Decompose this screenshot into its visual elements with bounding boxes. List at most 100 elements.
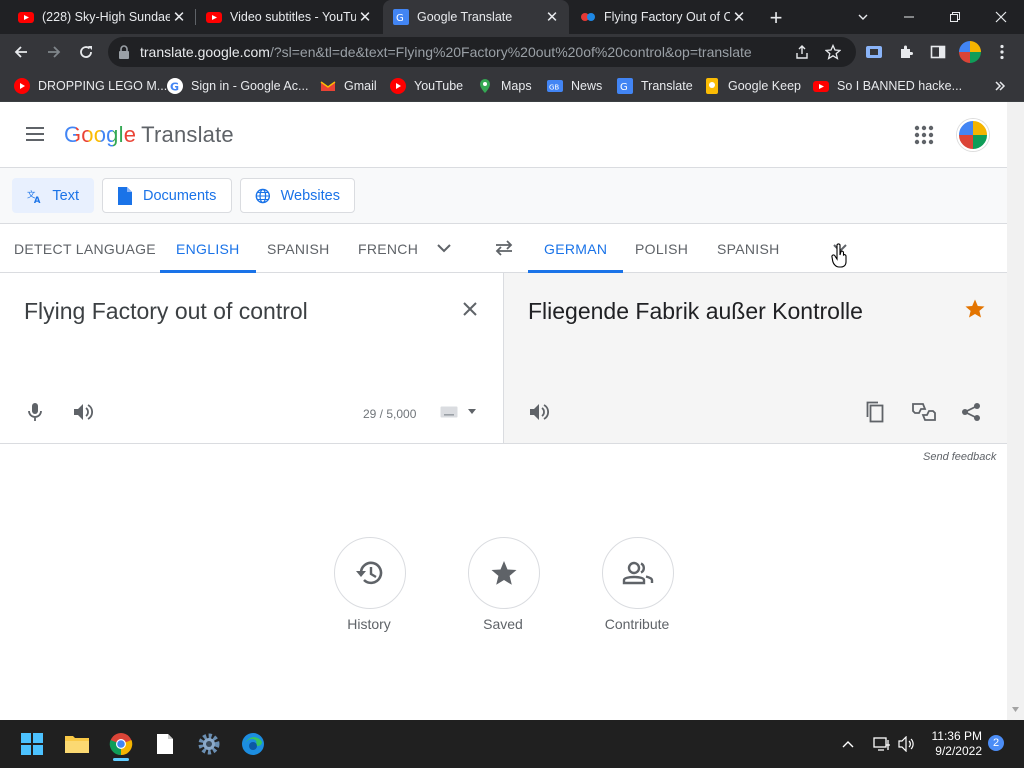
target-lang-spanish[interactable]: SPANISH	[717, 224, 780, 273]
browser-tab[interactable]: Flying Factory Out of C ✕	[570, 0, 756, 34]
youtube-icon	[813, 81, 829, 92]
bookmark-label: YouTube	[414, 79, 464, 93]
close-tab-icon[interactable]: ✕	[356, 8, 374, 26]
input-tools-dropdown-icon[interactable]	[466, 405, 478, 417]
edge-button[interactable]	[237, 728, 269, 760]
menu-kebab-icon[interactable]	[989, 39, 1015, 65]
svg-text:G: G	[620, 82, 628, 93]
start-button[interactable]	[16, 728, 48, 760]
bookmark-item[interactable]: G Translate	[617, 76, 693, 96]
browser-tab-active[interactable]: G Google Translate ✕	[383, 0, 569, 34]
tab-title: Google Translate	[417, 10, 513, 24]
notification-badge[interactable]: 2	[988, 735, 1004, 751]
minimize-button[interactable]	[886, 0, 932, 34]
google-translate-logo[interactable]: Google Translate	[64, 122, 234, 148]
clear-source-icon[interactable]	[458, 297, 482, 321]
address-bar[interactable]: translate.google.com/?sl=en&tl=de&text=F…	[108, 37, 856, 67]
google-apps-icon[interactable]	[913, 124, 935, 146]
share-translation-icon[interactable]	[959, 400, 983, 424]
bookmark-item[interactable]: Maps	[477, 76, 532, 96]
reload-button[interactable]	[73, 39, 99, 65]
source-text-pane[interactable]: Flying Factory out of control 29 / 5,000	[0, 273, 503, 443]
account-avatar[interactable]	[957, 119, 989, 151]
extensions-icon[interactable]	[893, 39, 919, 65]
hand-cursor-icon	[831, 243, 847, 268]
restore-button[interactable]	[932, 0, 978, 34]
text-mode-button[interactable]: 文A Text	[12, 178, 94, 213]
close-window-button[interactable]	[978, 0, 1024, 34]
target-lang-polish[interactable]: POLISH	[635, 224, 688, 273]
bookmark-item[interactable]: Google Keep	[704, 76, 801, 96]
side-panel-icon[interactable]	[925, 39, 951, 65]
listen-translation-icon[interactable]	[527, 400, 551, 424]
bookmark-star-icon[interactable]	[820, 39, 846, 65]
source-lang-spanish[interactable]: SPANISH	[267, 224, 330, 273]
saved-button[interactable]	[468, 537, 540, 609]
swap-languages-icon[interactable]	[492, 236, 516, 260]
bookmark-item[interactable]: YouTube	[390, 76, 463, 96]
youtube-icon	[390, 78, 406, 94]
send-feedback-link[interactable]: Send feedback	[923, 451, 996, 463]
keyboard-icon[interactable]	[438, 403, 460, 421]
chrome-icon	[109, 733, 133, 756]
bookmark-item[interactable]: GB News	[547, 76, 602, 96]
bookmark-label: News	[571, 79, 603, 93]
chrome-taskbar-button[interactable]	[105, 728, 137, 761]
source-lang-detect[interactable]: DETECT LANGUAGE	[14, 224, 156, 273]
screen-cast-icon[interactable]	[861, 39, 887, 65]
maps-icon	[480, 79, 490, 93]
forward-button[interactable]	[41, 39, 67, 65]
translated-text: Fliegende Fabrik außer Kontrolle	[528, 298, 863, 324]
save-translation-star-icon[interactable]	[963, 297, 987, 321]
copy-translation-icon[interactable]	[863, 400, 887, 424]
svg-text:G: G	[396, 13, 404, 24]
documents-mode-label: Documents	[143, 187, 217, 204]
bookmark-item[interactable]: DROPPING LEGO M...	[14, 76, 167, 96]
websites-mode-button[interactable]: Websites	[240, 178, 355, 213]
lego-icon	[581, 13, 595, 21]
network-icon[interactable]	[870, 728, 894, 760]
contribute-button[interactable]	[602, 537, 674, 609]
page-scrollbar[interactable]	[1007, 102, 1024, 720]
file-explorer-button[interactable]	[61, 728, 93, 760]
source-lang-dropdown-icon[interactable]	[432, 236, 456, 260]
browser-tab[interactable]: (228) Sky-High Sundae ✕	[8, 0, 196, 34]
rate-translation-icon[interactable]	[911, 400, 937, 424]
clock-time: 11:36 PM	[931, 729, 982, 743]
close-tab-icon[interactable]: ✕	[543, 8, 561, 26]
target-lang-german[interactable]: GERMAN	[528, 224, 624, 273]
close-tab-icon[interactable]: ✕	[170, 8, 188, 26]
edge-icon	[242, 733, 264, 755]
documents-mode-button[interactable]: Documents	[102, 178, 232, 213]
source-lang-english[interactable]: ENGLISH	[160, 224, 256, 273]
new-tab-button[interactable]: +	[764, 5, 788, 30]
youtube-icon	[18, 12, 34, 23]
scroll-down-icon[interactable]	[1012, 707, 1019, 712]
source-text-input[interactable]: Flying Factory out of control	[24, 298, 308, 325]
google-icon: G	[167, 78, 183, 94]
browser-tab[interactable]: Video subtitles - YouTu ✕	[196, 0, 382, 34]
bookmark-item[interactable]: Gmail	[320, 76, 377, 96]
system-clock[interactable]: 11:36 PM 9/2/2022	[922, 729, 982, 759]
youtube-icon	[14, 78, 30, 94]
show-hidden-icons-icon[interactable]	[838, 728, 858, 760]
mode-selector: 文A Text Documents Websites	[0, 168, 1007, 224]
bookmark-item[interactable]: So I BANNED hacke...	[813, 76, 962, 96]
close-tab-icon[interactable]: ✕	[730, 8, 748, 26]
listen-source-icon[interactable]	[71, 400, 95, 424]
share-icon[interactable]	[789, 39, 815, 65]
notepad-button[interactable]	[149, 728, 181, 760]
volume-icon[interactable]	[895, 728, 919, 760]
hamburger-menu-icon[interactable]	[24, 123, 46, 145]
back-button[interactable]	[8, 39, 34, 65]
source-lang-french[interactable]: FRENCH	[358, 224, 418, 273]
profile-avatar[interactable]	[957, 39, 983, 65]
svg-text:G: G	[170, 81, 179, 94]
more-bookmarks-icon[interactable]	[994, 76, 1006, 96]
tab-search-icon[interactable]	[840, 0, 886, 34]
bookmark-item[interactable]: G Sign in - Google Ac...	[167, 76, 308, 96]
settings-button[interactable]	[193, 728, 225, 760]
translation-pane: Fliegende Fabrik außer Kontrolle	[503, 273, 1007, 443]
history-button[interactable]	[334, 537, 406, 609]
microphone-icon[interactable]	[23, 400, 47, 424]
